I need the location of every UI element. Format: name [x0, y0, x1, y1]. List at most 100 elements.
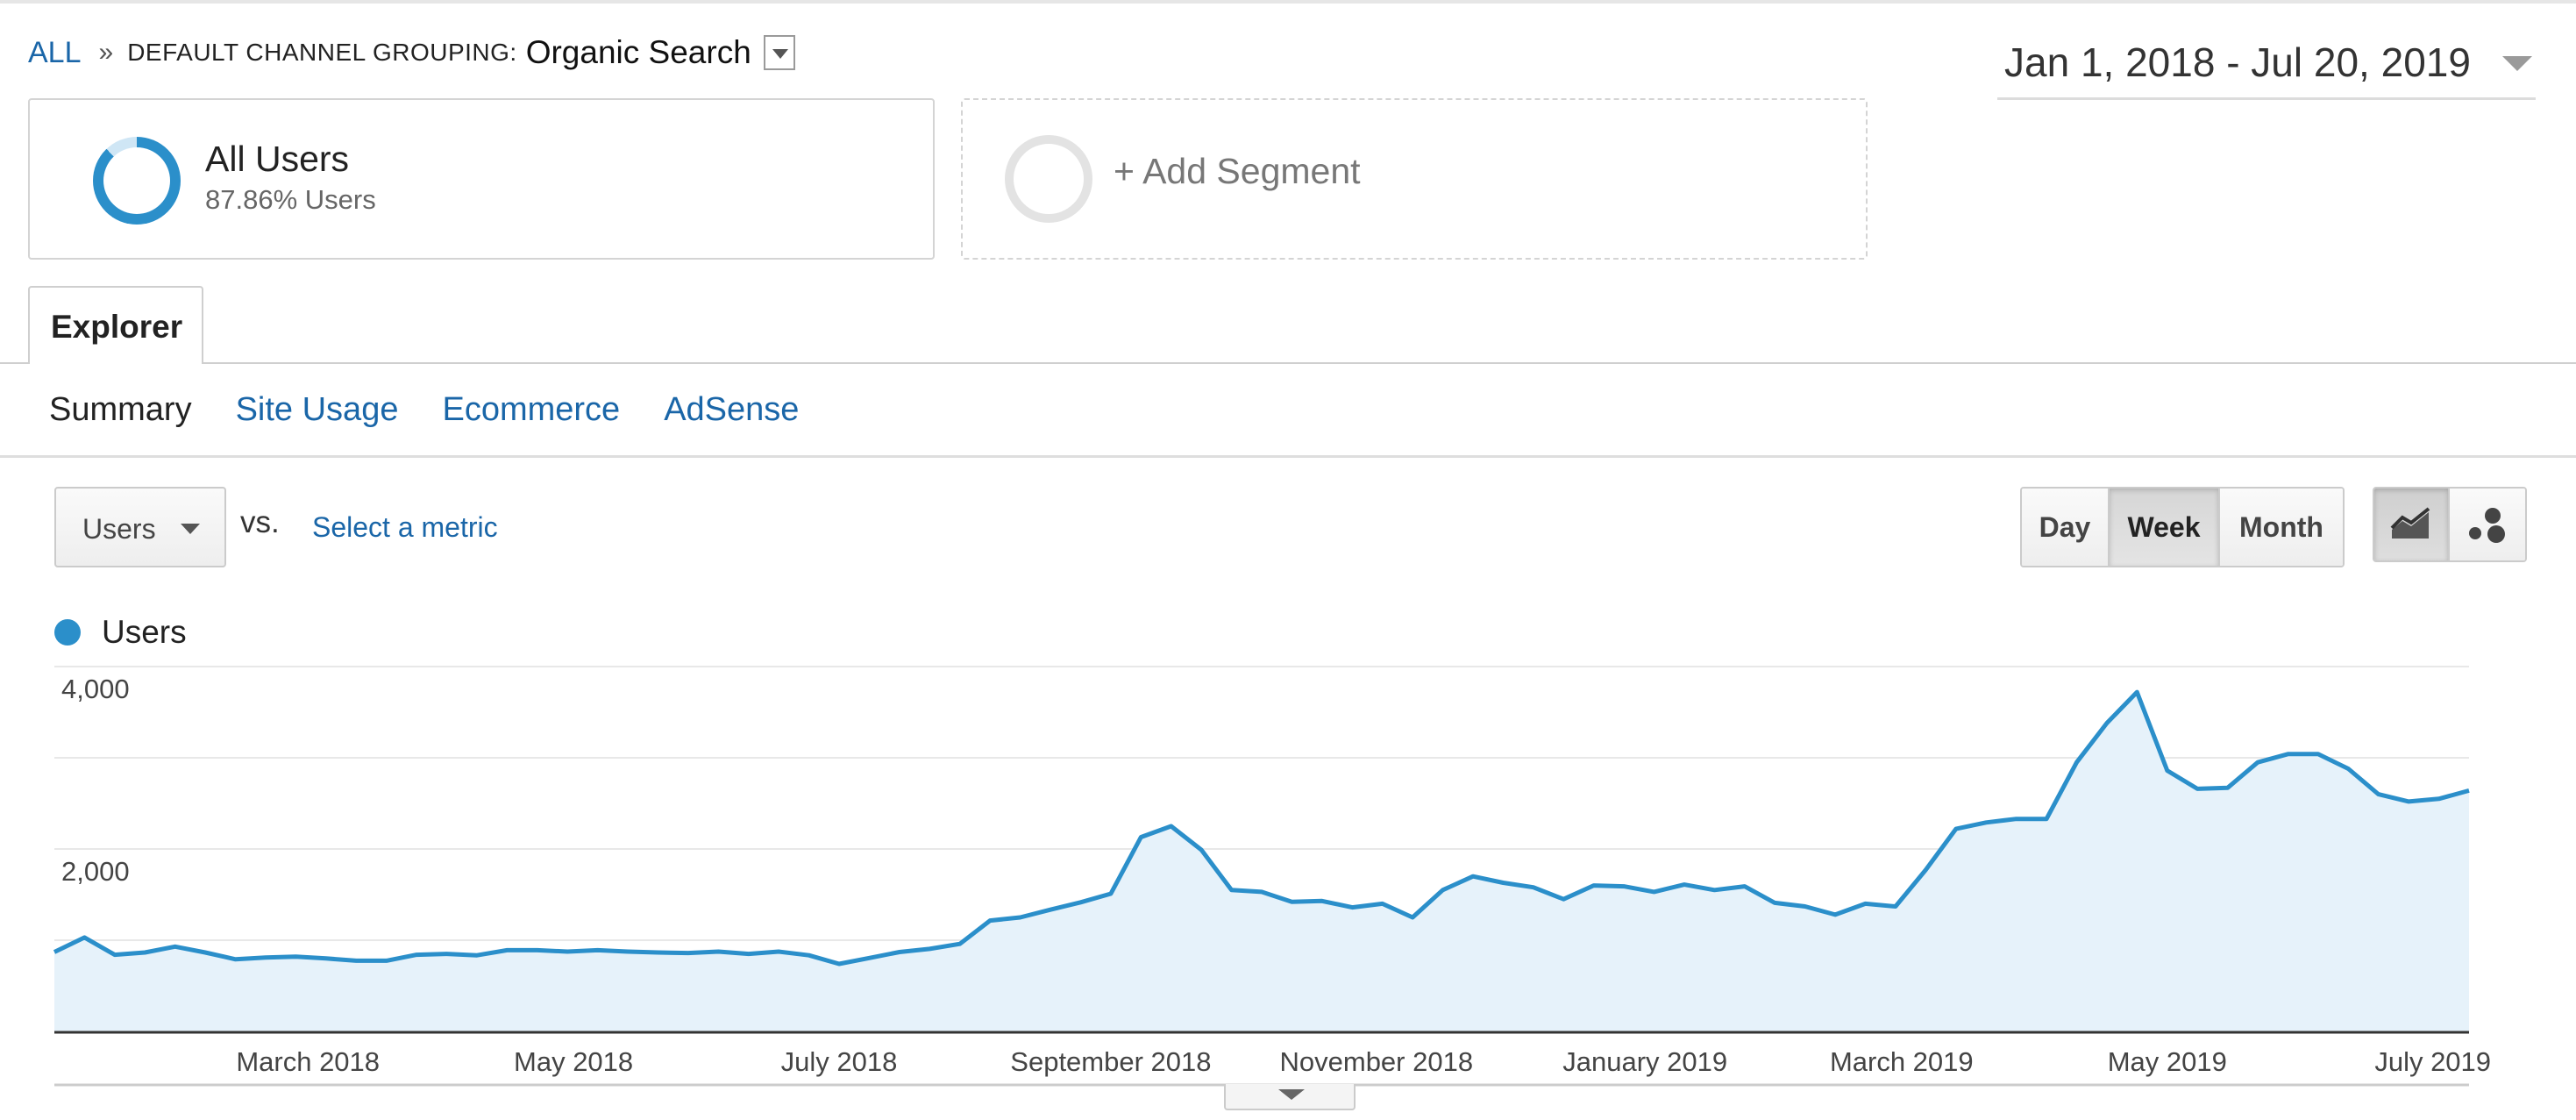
data-point[interactable]	[1890, 902, 1901, 912]
data-point[interactable]	[1649, 887, 1660, 897]
data-point[interactable]	[955, 938, 965, 949]
data-point[interactable]	[200, 947, 210, 958]
data-point[interactable]	[1589, 881, 1599, 891]
subtab-ecommerce[interactable]: Ecommerce	[442, 391, 620, 429]
subtab-site-usage[interactable]: Site Usage	[236, 391, 399, 429]
data-point[interactable]	[1528, 882, 1539, 893]
data-point[interactable]	[2343, 764, 2353, 774]
breadcrumb-all-link[interactable]: ALL	[28, 36, 82, 70]
data-point[interactable]	[79, 932, 89, 943]
data-point[interactable]	[381, 955, 392, 966]
select-metric-link[interactable]: Select a metric	[312, 511, 498, 544]
data-point[interactable]	[321, 953, 331, 964]
data-point[interactable]	[1286, 896, 1297, 907]
data-point[interactable]	[562, 946, 573, 957]
data-point[interactable]	[290, 952, 301, 962]
data-point[interactable]	[1106, 888, 1116, 899]
data-point[interactable]	[2464, 785, 2474, 795]
data-point[interactable]	[110, 950, 120, 960]
data-point[interactable]	[2131, 687, 2142, 697]
data-point[interactable]	[985, 916, 995, 926]
data-point[interactable]	[1558, 894, 1569, 904]
data-point[interactable]	[1227, 885, 1237, 895]
data-point[interactable]	[1135, 832, 1146, 843]
data-point[interactable]	[1256, 887, 1267, 897]
data-point[interactable]	[49, 947, 60, 958]
data-point[interactable]	[2403, 796, 2414, 807]
motion-chart-button[interactable]	[2450, 489, 2525, 560]
data-point[interactable]	[2373, 789, 2384, 800]
data-point[interactable]	[2252, 757, 2263, 767]
data-point[interactable]	[2223, 782, 2233, 793]
subtab-summary[interactable]: Summary	[49, 391, 192, 429]
data-point[interactable]	[411, 950, 422, 960]
data-point[interactable]	[260, 952, 271, 963]
data-point[interactable]	[1951, 824, 1961, 834]
data-point[interactable]	[1498, 878, 1508, 888]
subtab-adsense[interactable]: AdSense	[664, 391, 799, 429]
data-point[interactable]	[1769, 897, 1780, 908]
data-point[interactable]	[1679, 880, 1690, 890]
data-point[interactable]	[1407, 912, 1418, 923]
data-point[interactable]	[170, 941, 181, 952]
data-point[interactable]	[351, 955, 361, 966]
data-point[interactable]	[1468, 871, 1478, 881]
data-point[interactable]	[1377, 898, 1388, 909]
data-point[interactable]	[1045, 904, 1056, 915]
data-point[interactable]	[1347, 902, 1357, 913]
data-point[interactable]	[2041, 814, 2052, 824]
primary-metric-dropdown[interactable]: Users	[54, 487, 226, 567]
data-point[interactable]	[1800, 902, 1811, 912]
data-point[interactable]	[1196, 845, 1206, 855]
data-point[interactable]	[502, 945, 512, 955]
data-point[interactable]	[442, 949, 452, 959]
data-point[interactable]	[1166, 821, 1177, 831]
segment-all-users[interactable]: All Users 87.86% Users	[28, 98, 935, 260]
data-point[interactable]	[2102, 718, 2112, 729]
data-point[interactable]	[1438, 885, 1448, 895]
expand-chart-handle[interactable]	[1224, 1084, 1356, 1110]
data-point[interactable]	[1981, 817, 1991, 828]
data-point[interactable]	[623, 946, 633, 957]
data-point[interactable]	[653, 947, 664, 958]
data-point[interactable]	[472, 950, 482, 960]
data-point[interactable]	[2192, 783, 2202, 794]
data-point[interactable]	[865, 952, 875, 963]
date-range-selector[interactable]: Jan 1, 2018 - Jul 20, 2019	[1997, 35, 2536, 100]
tab-explorer[interactable]: Explorer	[28, 286, 203, 364]
data-point[interactable]	[804, 950, 815, 960]
data-point[interactable]	[1861, 898, 1871, 909]
data-point[interactable]	[683, 948, 694, 959]
data-point[interactable]	[1619, 881, 1629, 892]
legend-series-label[interactable]: Users	[102, 614, 187, 651]
dimension-dropdown-icon[interactable]	[763, 35, 795, 70]
data-point[interactable]	[713, 946, 723, 957]
data-point[interactable]	[894, 947, 905, 958]
data-point[interactable]	[1317, 895, 1327, 906]
data-point[interactable]	[139, 947, 150, 958]
data-point[interactable]	[773, 946, 784, 957]
add-segment-button[interactable]: + Add Segment	[961, 98, 1868, 260]
data-point[interactable]	[532, 945, 543, 955]
data-point[interactable]	[2162, 766, 2173, 776]
data-point[interactable]	[744, 949, 754, 959]
data-point[interactable]	[231, 954, 241, 965]
day-button[interactable]: Day	[2022, 489, 2110, 566]
data-point[interactable]	[2072, 757, 2082, 767]
month-button[interactable]: Month	[2220, 489, 2343, 566]
data-point[interactable]	[2313, 749, 2323, 760]
data-point[interactable]	[1076, 897, 1086, 908]
data-point[interactable]	[2434, 794, 2444, 804]
data-point[interactable]	[2011, 814, 2022, 824]
data-point[interactable]	[593, 945, 603, 955]
data-point[interactable]	[834, 959, 844, 969]
data-point[interactable]	[1740, 881, 1750, 892]
data-point[interactable]	[1830, 910, 1840, 920]
data-point[interactable]	[1920, 865, 1931, 875]
data-point[interactable]	[2282, 749, 2293, 760]
data-point[interactable]	[924, 944, 935, 954]
data-point[interactable]	[1015, 912, 1026, 923]
data-point[interactable]	[1709, 885, 1719, 895]
line-chart-button[interactable]	[2374, 489, 2450, 560]
week-button[interactable]: Week	[2110, 489, 2220, 566]
